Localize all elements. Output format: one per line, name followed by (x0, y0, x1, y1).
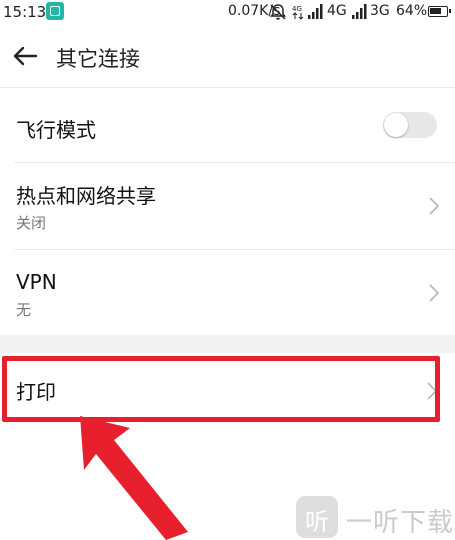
screen-capture-icon (46, 2, 64, 20)
section-gap (0, 335, 455, 353)
network-type-1: 4G (327, 3, 347, 19)
app-header: 其它连接 (0, 24, 455, 88)
airplane-mode-row[interactable]: 飞行模式 (0, 88, 455, 162)
network-type-2: 3G (370, 3, 390, 19)
airplane-mode-label: 飞行模式 (16, 118, 96, 142)
status-time: 15:13 (3, 3, 47, 21)
print-row[interactable]: 打印 (0, 353, 455, 426)
vpn-label: VPN (16, 270, 57, 294)
hotspot-status: 关闭 (16, 214, 47, 232)
toggle-knob (384, 113, 408, 137)
battery-icon (428, 6, 451, 17)
chevron-right-icon (429, 284, 440, 302)
data-arrows-icon: 4G (292, 5, 304, 20)
watermark-text: 一听下载 (346, 508, 455, 538)
bell-off-icon (270, 4, 286, 20)
watermark: 听 一听下载 (296, 494, 455, 540)
chevron-right-icon (429, 197, 440, 215)
page-title: 其它连接 (56, 47, 140, 71)
print-label: 打印 (16, 380, 56, 404)
battery-percent: 64% (396, 3, 428, 19)
hotspot-label: 热点和网络共享 (16, 184, 156, 208)
airplane-mode-toggle[interactable] (383, 112, 437, 138)
signal-icon (308, 4, 323, 19)
chevron-right-icon (427, 382, 438, 400)
svg-text:4G: 4G (292, 5, 302, 13)
signal-icon (352, 4, 367, 19)
vpn-status: 无 (16, 301, 32, 319)
vpn-row[interactable]: VPN 无 (0, 250, 455, 335)
status-bar: 15:13 0.07K/s 4G 4G 3G 64% (0, 0, 455, 24)
back-arrow-icon[interactable] (12, 45, 38, 67)
hotspot-row[interactable]: 热点和网络共享 关闭 (0, 163, 455, 249)
watermark-logo-icon: 听 (296, 496, 338, 538)
watermark-logo-char: 听 (305, 508, 329, 536)
annotation-arrow-icon (80, 416, 188, 540)
